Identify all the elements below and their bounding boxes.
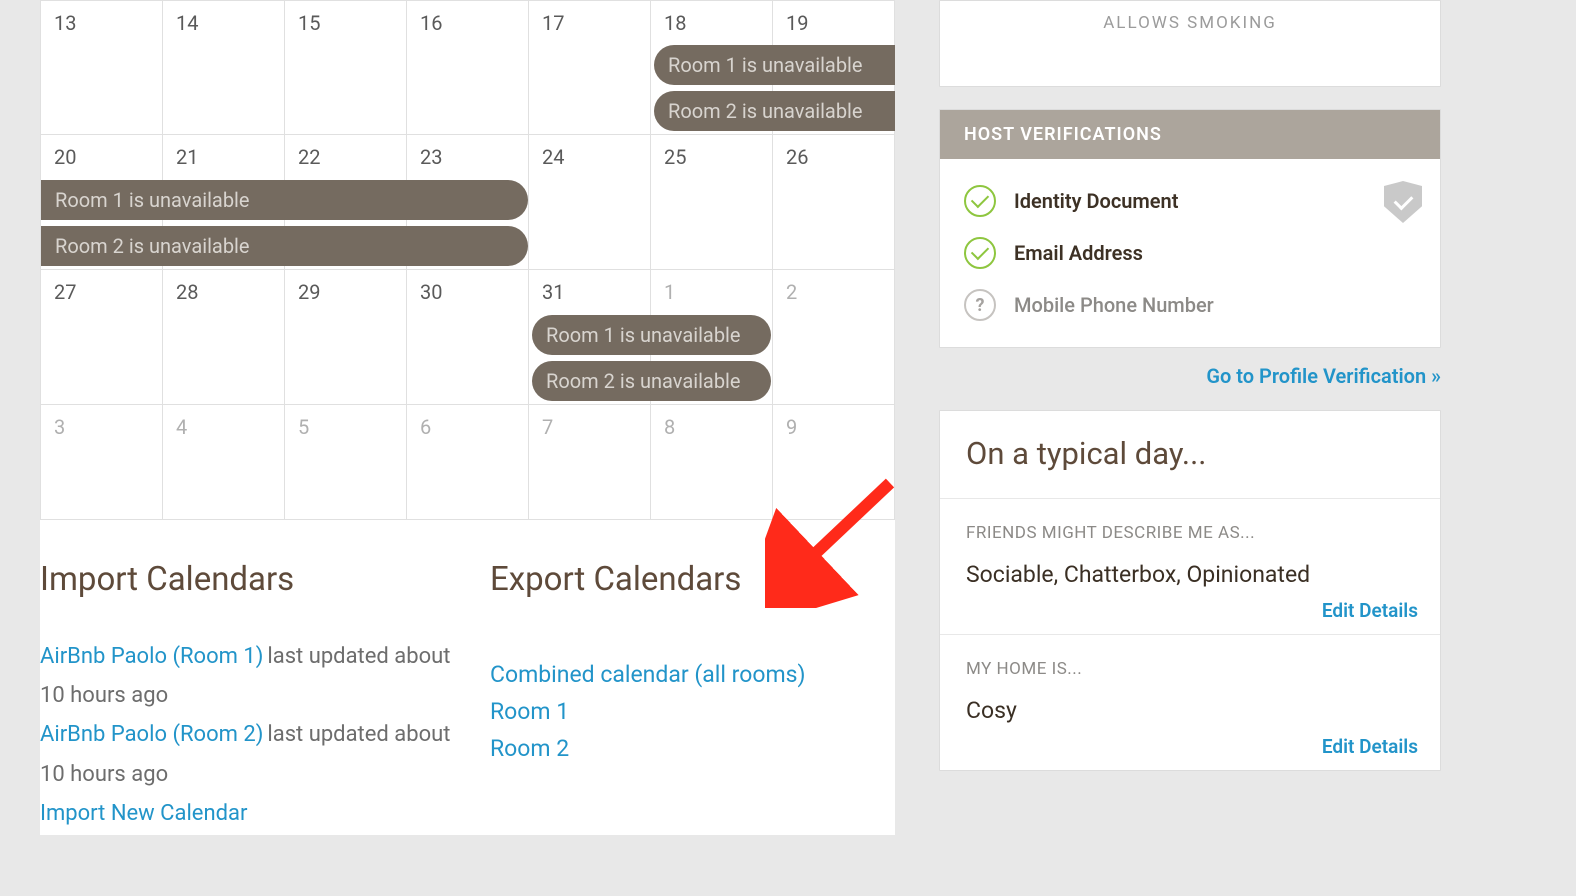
- export-calendars: Export Calendars Combined calendar (all …: [490, 560, 895, 835]
- event-pill[interactable]: Room 1 is unavailable: [654, 45, 895, 85]
- verification-label: Identity Document: [1014, 189, 1178, 213]
- day-cell[interactable]: 2: [773, 270, 895, 405]
- describe-me-label: FRIENDS MIGHT DESCRIBE ME AS...: [966, 523, 1414, 543]
- day-cell[interactable]: 6: [407, 405, 529, 520]
- day-cell[interactable]: 13: [41, 0, 163, 135]
- day-cell[interactable]: 27: [41, 270, 163, 405]
- my-home-section: MY HOME IS... Cosy Edit Details: [940, 635, 1440, 770]
- allows-smoking-label: ALLOWS SMOKING: [1103, 13, 1277, 33]
- calendar-week-3: 27 28 29 30 31 1 2 Room 1 is unavailable…: [41, 270, 895, 405]
- day-cell[interactable]: 16: [407, 0, 529, 135]
- my-home-label: MY HOME IS...: [966, 659, 1414, 679]
- host-verifications-heading: HOST VERIFICATIONS: [940, 110, 1440, 159]
- day-cell[interactable]: 24: [529, 135, 651, 270]
- day-cell[interactable]: 15: [285, 0, 407, 135]
- day-cell[interactable]: 25: [651, 135, 773, 270]
- profile-verification-link[interactable]: Go to Profile Verification »: [939, 364, 1441, 388]
- export-heading: Export Calendars: [490, 560, 895, 599]
- edit-details-link[interactable]: Edit Details: [1322, 599, 1418, 622]
- export-room-link[interactable]: Room 2: [490, 731, 895, 768]
- calendars-io-section: Import Calendars AirBnb Paolo (Room 1) l…: [40, 520, 895, 835]
- day-cell[interactable]: 5: [285, 405, 407, 520]
- day-cell[interactable]: 4: [163, 405, 285, 520]
- question-circle-icon: ?: [964, 289, 996, 321]
- calendar-week-4: 3 4 5 6 7 8 9: [41, 405, 895, 520]
- day-cell[interactable]: 9: [773, 405, 895, 520]
- day-cell[interactable]: 30: [407, 270, 529, 405]
- allows-smoking-card: ALLOWS SMOKING: [939, 0, 1441, 87]
- day-cell[interactable]: 8: [651, 405, 773, 520]
- import-updated-text: last updated about: [267, 722, 450, 747]
- verification-label: Mobile Phone Number: [1014, 293, 1214, 317]
- import-updated-text: 10 hours ago: [40, 683, 168, 708]
- import-calendar-link[interactable]: AirBnb Paolo (Room 2): [40, 722, 263, 747]
- verification-label: Email Address: [1014, 241, 1143, 265]
- event-pill[interactable]: Room 2 is unavailable: [41, 226, 528, 266]
- verification-item: Identity Document: [964, 185, 1416, 217]
- typical-day-card: On a typical day... FRIENDS MIGHT DESCRI…: [939, 410, 1441, 771]
- day-cell[interactable]: 29: [285, 270, 407, 405]
- import-calendar-link[interactable]: AirBnb Paolo (Room 1): [40, 644, 263, 669]
- verification-item: ? Mobile Phone Number: [964, 289, 1416, 321]
- day-cell[interactable]: 7: [529, 405, 651, 520]
- edit-details-link[interactable]: Edit Details: [1322, 735, 1418, 758]
- describe-me-value: Sociable, Chatterbox, Opinionated: [966, 561, 1414, 588]
- day-cell[interactable]: 14: [163, 0, 285, 135]
- event-pill[interactable]: Room 2 is unavailable: [654, 91, 895, 131]
- describe-me-section: FRIENDS MIGHT DESCRIBE ME AS... Sociable…: [940, 499, 1440, 635]
- my-home-value: Cosy: [966, 697, 1414, 724]
- event-pill[interactable]: Room 1 is unavailable: [41, 180, 528, 220]
- host-verifications-card: HOST VERIFICATIONS Identity Document Ema…: [939, 109, 1441, 348]
- event-pill[interactable]: Room 1 is unavailable: [532, 315, 771, 355]
- typical-day-heading: On a typical day...: [940, 411, 1440, 499]
- export-combined-link[interactable]: Combined calendar (all rooms): [490, 657, 895, 694]
- day-cell[interactable]: 26: [773, 135, 895, 270]
- event-pill[interactable]: Room 2 is unavailable: [532, 361, 771, 401]
- main-column: 13 14 15 16 17 18 19 Room 1 is unavailab…: [40, 0, 895, 835]
- calendar-grid: 13 14 15 16 17 18 19 Room 1 is unavailab…: [40, 0, 895, 520]
- calendar-week-1: 13 14 15 16 17 18 19 Room 1 is unavailab…: [41, 0, 895, 135]
- import-calendars: Import Calendars AirBnb Paolo (Room 1) l…: [40, 560, 490, 835]
- day-cell[interactable]: 3: [41, 405, 163, 520]
- day-cell[interactable]: 28: [163, 270, 285, 405]
- verification-item: Email Address: [964, 237, 1416, 269]
- import-new-calendar-link[interactable]: Import New Calendar: [40, 801, 247, 826]
- check-circle-icon: [964, 237, 996, 269]
- calendar-week-2: 20 21 22 23 24 25 26 Room 1 is unavailab…: [41, 135, 895, 270]
- import-heading: Import Calendars: [40, 560, 490, 599]
- check-circle-icon: [964, 185, 996, 217]
- sidebar: ALLOWS SMOKING HOST VERIFICATIONS Identi…: [939, 0, 1441, 793]
- import-updated-text: last updated about: [267, 644, 450, 669]
- day-cell[interactable]: 17: [529, 0, 651, 135]
- export-room-link[interactable]: Room 1: [490, 694, 895, 731]
- import-updated-text: 10 hours ago: [40, 762, 168, 787]
